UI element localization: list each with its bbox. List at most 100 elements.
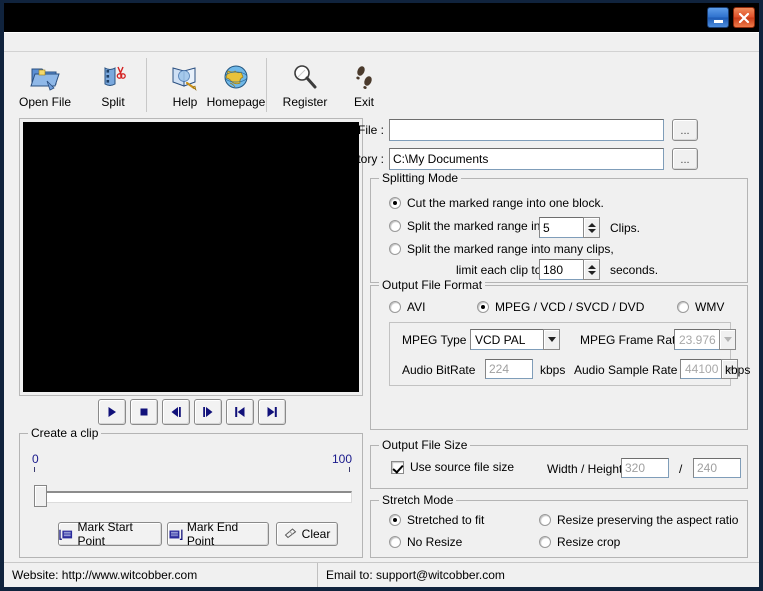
format-option-wmv[interactable]: WMV <box>677 300 724 314</box>
audio-bitrate-label: Audio BitRate <box>402 363 476 377</box>
clear-button[interactable]: Clear <box>276 522 338 546</box>
use-source-file-size-checkbox[interactable]: Use source file size <box>391 460 514 474</box>
stretch-option-crop[interactable]: Resize crop <box>539 535 620 549</box>
skip-end-button[interactable] <box>258 399 286 425</box>
radio-dot-icon <box>389 514 401 526</box>
spinner-up-icon <box>587 222 596 227</box>
mpeg-type-value: VCD PAL <box>470 329 543 350</box>
book-pen-icon <box>168 56 202 94</box>
slider-tick-min <box>34 467 35 472</box>
radio-dot-icon <box>677 301 689 313</box>
audio-sample-rate-label: Audio Sample Rate <box>574 363 678 377</box>
format-option-avi[interactable]: AVI <box>389 300 425 314</box>
mark-end-point-button[interactable]: Mark End Point <box>167 520 269 548</box>
create-clip-title: Create a clip <box>28 426 102 440</box>
splitting-mode-title: Splitting Mode <box>379 171 462 185</box>
splitting-option-many-clips[interactable]: Split the marked range into many clips, <box>389 242 614 256</box>
audio-bitrate-input[interactable]: 224 <box>485 359 533 379</box>
mark-start-icon <box>59 529 73 540</box>
mpeg-frame-rate-value: 23.976 <box>674 329 719 350</box>
radio-dot-icon <box>389 243 401 255</box>
chevron-down-icon[interactable] <box>543 329 560 350</box>
stretch-option-aspect[interactable]: Resize preserving the aspect ratio <box>539 513 738 527</box>
stretch-option-stretched[interactable]: Stretched to fit <box>389 513 484 527</box>
stretch-option-label: Resize crop <box>557 535 621 549</box>
toolbar-label: Register <box>282 95 328 109</box>
splitting-option-label: Split the marked range into many clips, <box>407 242 614 256</box>
source-file-input[interactable] <box>389 119 664 141</box>
output-format-group: Output File Format AVI MPEG / VCD / SVCD… <box>370 278 750 430</box>
splitting-option-n-clips[interactable]: Split the marked range into <box>389 219 550 233</box>
stretch-option-no-resize[interactable]: No Resize <box>389 535 462 549</box>
splitting-option-label: Cut the marked range into one block. <box>407 196 604 210</box>
toolbar: Open File Split Help Homepage Register E… <box>4 51 759 120</box>
output-size-title: Output File Size <box>379 438 471 452</box>
step-forward-icon <box>203 407 213 417</box>
mpeg-type-label: MPEG Type <box>402 333 467 347</box>
toolbar-separator-1 <box>146 58 147 112</box>
chevron-down-icon[interactable] <box>719 329 736 350</box>
clip-limit-stepper[interactable] <box>583 259 600 280</box>
clip-limit-value[interactable]: 180 <box>539 259 583 280</box>
radio-dot-icon <box>477 301 489 313</box>
slider-scale: 0 100 <box>32 452 352 472</box>
slider-thumb[interactable] <box>34 485 47 507</box>
height-input[interactable]: 240 <box>693 458 741 478</box>
toolbar-item-exit[interactable]: Exit <box>331 56 397 109</box>
step-backward-icon <box>171 407 181 417</box>
mpeg-type-combo[interactable]: VCD PAL <box>470 329 560 350</box>
step-back-button[interactable] <box>162 399 190 425</box>
toolbar-item-open-file[interactable]: Open File <box>12 56 78 109</box>
clips-count-spinner[interactable]: 5 <box>539 217 600 238</box>
format-option-label: WMV <box>695 300 725 314</box>
slider-track[interactable] <box>44 491 352 503</box>
width-height-separator: / <box>679 462 683 476</box>
splitting-mode-group: Splitting Mode Cut the marked range into… <box>370 171 748 283</box>
clips-count-value[interactable]: 5 <box>539 217 583 238</box>
radio-dot-icon <box>539 536 551 548</box>
stretch-option-label: Resize preserving the aspect ratio <box>557 513 739 527</box>
minimize-button[interactable] <box>707 7 729 28</box>
skip-start-button[interactable] <box>226 399 254 425</box>
save-directory-browse-button[interactable]: ... <box>672 148 698 170</box>
magnifier-key-icon <box>288 56 322 94</box>
format-option-label: AVI <box>407 300 426 314</box>
clip-slider[interactable]: 0 100 <box>32 452 352 507</box>
clips-count-stepper[interactable] <box>583 217 600 238</box>
splitting-option-one-block[interactable]: Cut the marked range into one block. <box>389 196 604 210</box>
radio-dot-icon <box>389 536 401 548</box>
checkbox-icon <box>391 460 404 474</box>
mpeg-settings-box: MPEG Type VCD PAL MPEG Frame Rate 23.976… <box>389 322 750 386</box>
film-scissors-icon <box>96 56 130 94</box>
window-controls <box>707 7 755 28</box>
mark-end-icon <box>169 529 183 540</box>
mark-start-point-button[interactable]: Mark Start Point <box>58 520 162 548</box>
stretch-option-label: No Resize <box>407 535 463 549</box>
mark-end-label: Mark End Point <box>186 520 239 548</box>
mark-start-label: Mark Start Point <box>77 520 133 548</box>
format-option-mpeg[interactable]: MPEG / VCD / SVCD / DVD <box>477 300 644 314</box>
step-forward-button[interactable] <box>194 399 222 425</box>
output-format-title: Output File Format <box>379 278 486 292</box>
footprints-icon <box>347 56 381 94</box>
clip-limit-spinner[interactable]: 180 <box>539 259 600 280</box>
toolbar-item-homepage[interactable]: Homepage <box>203 56 269 109</box>
source-file-browse-button[interactable]: ... <box>672 119 698 141</box>
toolbar-item-register[interactable]: Register <box>272 56 338 109</box>
toolbar-item-split[interactable]: Split <box>80 56 146 109</box>
play-button[interactable] <box>98 399 126 425</box>
mpeg-frame-rate-combo[interactable]: 23.976 <box>674 329 736 350</box>
status-website: Website: http://www.witcobber.com <box>12 568 198 582</box>
close-button[interactable] <box>733 7 755 28</box>
client-area: Open File Split Help Homepage Register E… <box>4 32 759 587</box>
slider-max-label: 100 <box>331 452 352 466</box>
toolbar-label: Open File <box>18 95 72 109</box>
title-bar <box>4 3 759 32</box>
limit-suffix-label: seconds. <box>610 263 659 277</box>
format-option-label: MPEG / VCD / SVCD / DVD <box>495 300 645 314</box>
play-icon <box>108 407 116 417</box>
stop-button[interactable] <box>130 399 158 425</box>
width-input[interactable]: 320 <box>621 458 669 478</box>
create-clip-group: Create a clip 0 100 Mark Start Point Mar… <box>19 426 363 558</box>
save-directory-input[interactable]: C:\My Documents <box>389 148 664 170</box>
